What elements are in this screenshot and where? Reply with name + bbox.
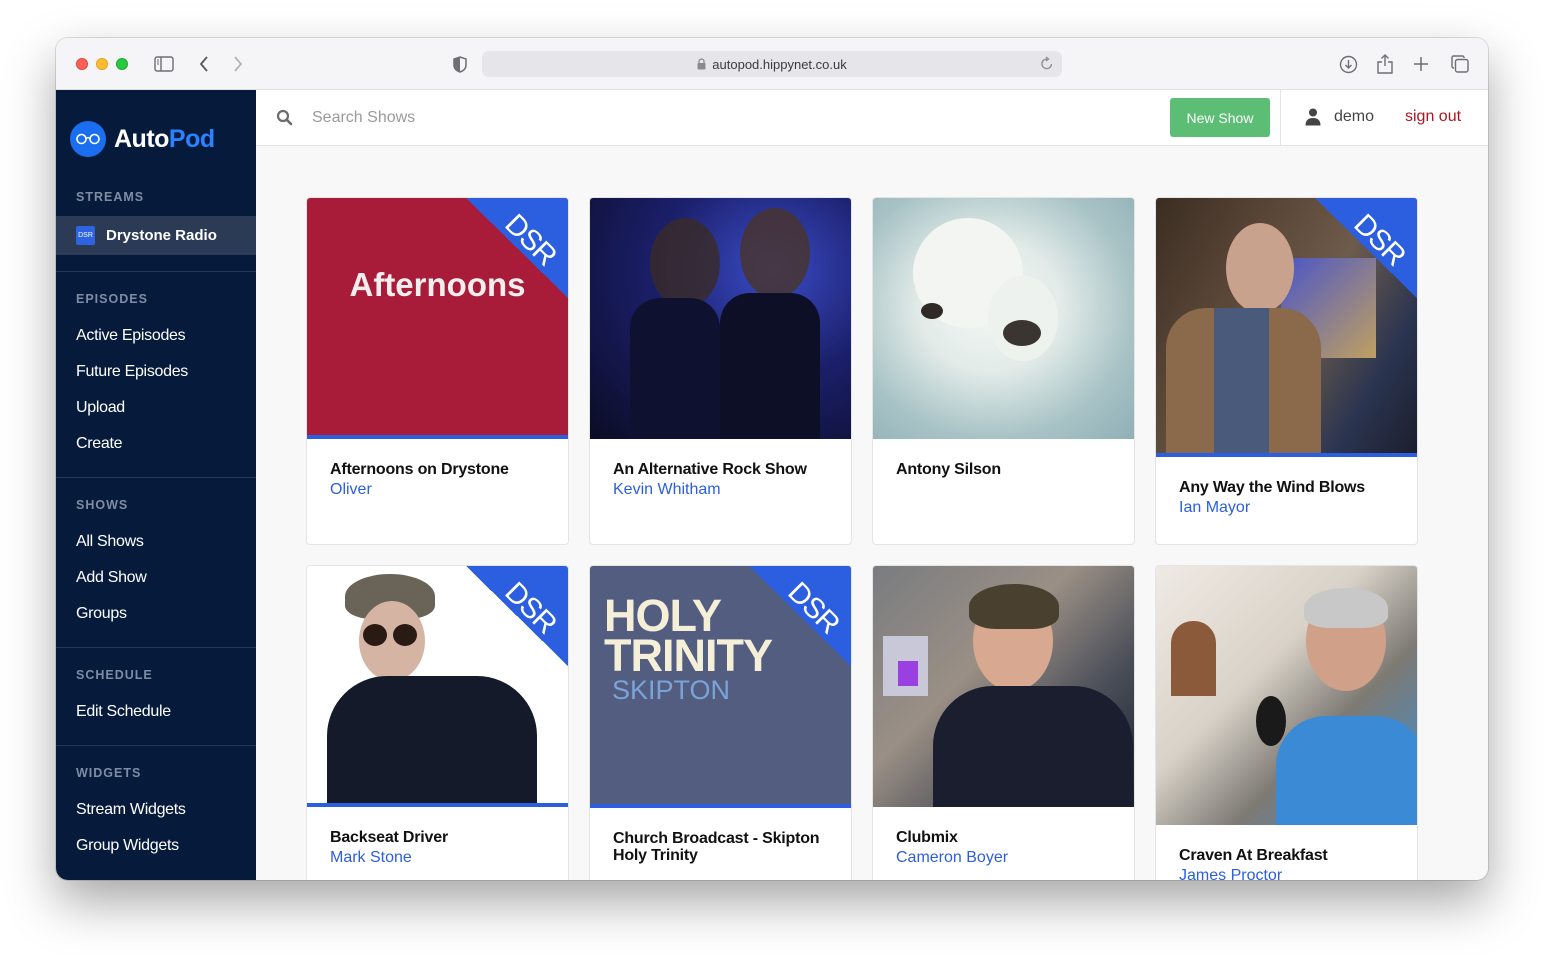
sidebar-item-group-widgets[interactable]: Group Widgets bbox=[56, 828, 256, 864]
search-shows-input[interactable] bbox=[312, 104, 812, 132]
download-icon[interactable] bbox=[1336, 52, 1360, 76]
forward-icon[interactable] bbox=[226, 52, 250, 76]
sidebar-item-create[interactable]: Create bbox=[56, 426, 256, 462]
ribbon-label: DSR bbox=[1347, 208, 1412, 273]
tab-overview-icon[interactable] bbox=[1448, 52, 1472, 76]
show-host-link[interactable]: Cameron Boyer bbox=[896, 848, 1112, 868]
reload-icon[interactable] bbox=[1040, 56, 1054, 74]
top-bar: New Show demo sign out bbox=[256, 90, 1488, 146]
show-title[interactable]: An Alternative Rock Show bbox=[613, 461, 829, 478]
show-card[interactable]: Afternoons DSR Afternoons on Drystone Ol… bbox=[306, 197, 569, 545]
section-heading-streams: STREAMS bbox=[76, 190, 145, 204]
dsr-ribbon: DSR bbox=[749, 566, 851, 666]
dsr-ribbon: DSR bbox=[466, 566, 568, 666]
sign-out-link[interactable]: sign out bbox=[1405, 108, 1461, 126]
show-title[interactable]: Clubmix bbox=[896, 829, 1112, 846]
show-card[interactable]: DSR Backseat Driver Mark Stone bbox=[306, 565, 569, 880]
section-heading-schedule: SCHEDULE bbox=[76, 668, 153, 682]
show-photo-presenter-in-studio[interactable] bbox=[873, 566, 1134, 807]
sidebar-toggle-icon[interactable] bbox=[152, 52, 176, 76]
sidebar-item-active-episodes[interactable]: Active Episodes bbox=[56, 318, 256, 354]
show-card[interactable]: Craven At Breakfast James Proctor bbox=[1155, 565, 1418, 880]
sidebar-item-add-show[interactable]: Add Show bbox=[56, 560, 256, 596]
user-icon bbox=[1305, 108, 1321, 131]
autopod-logo[interactable]: AutoPod bbox=[70, 121, 215, 157]
logo-text-auto: Auto bbox=[114, 124, 169, 153]
show-title[interactable]: Any Way the Wind Blows bbox=[1179, 479, 1395, 496]
show-photo-presenter-with-headphones[interactable] bbox=[1156, 566, 1417, 825]
lock-icon bbox=[697, 58, 706, 70]
show-photo-guitarists[interactable] bbox=[590, 198, 851, 439]
show-photo-presenter-in-cap[interactable]: DSR bbox=[307, 566, 568, 807]
show-photo-polar-bear[interactable] bbox=[873, 198, 1134, 439]
sidebar-item-future-episodes[interactable]: Future Episodes bbox=[56, 354, 256, 390]
logo-text-pod: Pod bbox=[168, 124, 215, 153]
show-title[interactable]: Church Broadcast - Skipton Holy Trinity bbox=[613, 830, 829, 864]
show-photo-presenter-at-computer[interactable]: DSR bbox=[1156, 198, 1417, 457]
show-host-link[interactable]: Oliver bbox=[330, 480, 546, 500]
show-card[interactable]: An Alternative Rock Show Kevin Whitham bbox=[589, 197, 852, 545]
episodes-section: EPISODES Active Episodes Future Episodes… bbox=[56, 292, 256, 462]
show-host-link[interactable]: Kevin Whitham bbox=[613, 480, 829, 500]
show-host-link[interactable]: James Proctor bbox=[1179, 866, 1395, 880]
username-label[interactable]: demo bbox=[1334, 108, 1374, 126]
show-host-link[interactable]: Ian Mayor bbox=[1179, 498, 1395, 518]
show-title[interactable]: Backseat Driver bbox=[330, 829, 546, 846]
shows-section: SHOWS All Shows Add Show Groups bbox=[56, 498, 256, 632]
sidebar-divider bbox=[56, 477, 256, 478]
sidebar: AutoPod STREAMS DSR Drystone Radio EPISO… bbox=[56, 90, 256, 880]
sidebar-item-drystone-radio[interactable]: DSR Drystone Radio bbox=[56, 216, 256, 255]
share-icon[interactable] bbox=[1373, 52, 1397, 76]
sidebar-item-all-shows[interactable]: All Shows bbox=[56, 524, 256, 560]
show-card[interactable]: DSR Any Way the Wind Blows Ian Mayor bbox=[1155, 197, 1418, 545]
browser-window: autopod.hippynet.co.uk AutoPod STREAMS D… bbox=[56, 38, 1488, 880]
show-host-link[interactable]: Mark Stone bbox=[330, 848, 546, 868]
new-show-button[interactable]: New Show bbox=[1170, 98, 1270, 137]
url-text: autopod.hippynet.co.uk bbox=[712, 56, 847, 72]
show-card[interactable]: HOLY TRINITY SKIPTON DSR Church Broadcast… bbox=[589, 565, 852, 880]
artwork-text: HOLY TRINITY bbox=[604, 590, 773, 681]
schedule-section: SCHEDULE Edit Schedule bbox=[56, 668, 256, 730]
show-card[interactable]: Clubmix Cameron Boyer bbox=[872, 565, 1135, 880]
user-separator bbox=[1280, 90, 1281, 146]
address-bar[interactable]: autopod.hippynet.co.uk bbox=[482, 51, 1062, 77]
artwork-subtext: SKIPTON bbox=[612, 675, 731, 705]
sidebar-item-groups[interactable]: Groups bbox=[56, 596, 256, 632]
main-content: New Show demo sign out Afternoons DSR Af… bbox=[256, 90, 1488, 880]
browser-toolbar: autopod.hippynet.co.uk bbox=[56, 38, 1488, 90]
section-heading-widgets: WIDGETS bbox=[76, 766, 142, 780]
section-heading-episodes: EPISODES bbox=[76, 292, 148, 306]
show-artwork-afternoons[interactable]: Afternoons DSR bbox=[307, 198, 568, 439]
ribbon-label: DSR bbox=[498, 208, 563, 273]
dsr-ribbon: DSR bbox=[466, 198, 568, 298]
zoom-window-button[interactable] bbox=[116, 58, 128, 70]
back-icon[interactable] bbox=[192, 52, 216, 76]
new-tab-icon[interactable] bbox=[1409, 52, 1433, 76]
sidebar-divider bbox=[56, 647, 256, 648]
dsr-ribbon: DSR bbox=[1315, 198, 1417, 298]
sidebar-item-edit-schedule[interactable]: Edit Schedule bbox=[56, 694, 256, 730]
ribbon-label: DSR bbox=[781, 576, 846, 641]
close-window-button[interactable] bbox=[76, 58, 88, 70]
sidebar-item-upload[interactable]: Upload bbox=[56, 390, 256, 426]
stream-logo-badge: DSR bbox=[76, 226, 95, 245]
show-title[interactable]: Craven At Breakfast bbox=[1179, 847, 1395, 864]
sidebar-divider bbox=[56, 745, 256, 746]
privacy-shield-icon[interactable] bbox=[448, 52, 472, 76]
widgets-section: WIDGETS Stream Widgets Group Widgets bbox=[56, 766, 256, 864]
show-card[interactable]: Antony Silson bbox=[872, 197, 1135, 545]
minimize-window-button[interactable] bbox=[96, 58, 108, 70]
search-icon bbox=[276, 109, 293, 131]
stream-label: Drystone Radio bbox=[106, 227, 217, 244]
glasses-icon bbox=[70, 121, 106, 157]
sidebar-item-stream-widgets[interactable]: Stream Widgets bbox=[56, 792, 256, 828]
section-heading-shows: SHOWS bbox=[76, 498, 129, 512]
show-artwork-holy-trinity[interactable]: HOLY TRINITY SKIPTON DSR bbox=[590, 566, 851, 808]
show-title[interactable]: Antony Silson bbox=[896, 461, 1112, 478]
ribbon-label: DSR bbox=[498, 576, 563, 641]
streams-section: STREAMS bbox=[56, 190, 256, 204]
show-title[interactable]: Afternoons on Drystone bbox=[330, 461, 546, 478]
sidebar-divider bbox=[56, 271, 256, 272]
